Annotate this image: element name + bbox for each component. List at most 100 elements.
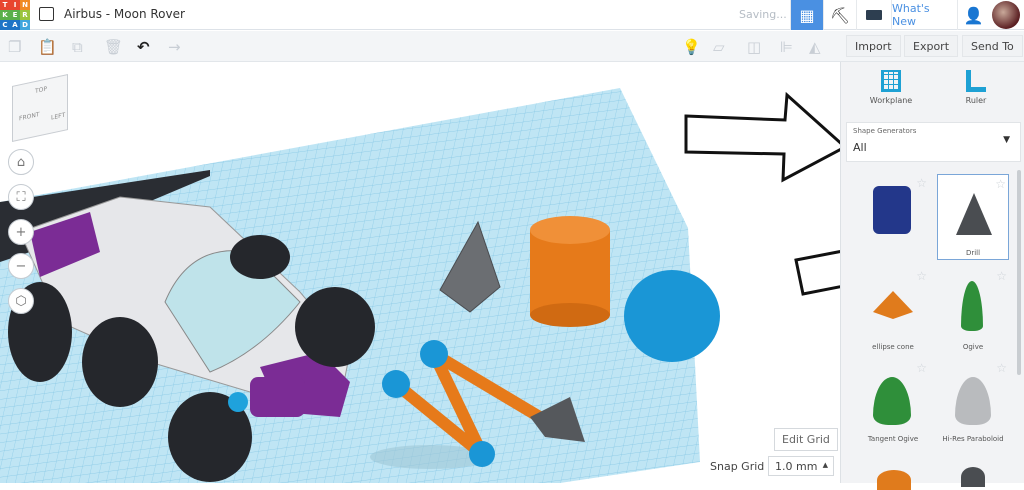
zoom-out-button[interactable]: − <box>8 253 34 279</box>
shape-thumbnail <box>873 186 911 234</box>
logo-letter: T <box>0 0 10 10</box>
view-cube-top[interactable]: TOP <box>35 86 47 96</box>
avatar[interactable] <box>992 1 1020 29</box>
minecraft-button[interactable]: ⛏ <box>823 0 856 30</box>
view-cube-front[interactable]: FRONT <box>19 111 40 122</box>
3d-view-button[interactable]: ▦ <box>790 0 823 30</box>
add-user-button[interactable]: 👤 <box>957 0 989 30</box>
shape-label: ellipse cone <box>872 343 914 351</box>
duplicate-icon[interactable]: ⧉ <box>72 38 83 56</box>
fit-view-button[interactable]: ⛶ <box>8 184 34 210</box>
design-title[interactable]: Airbus - Moon Rover <box>64 7 185 21</box>
logo-letter: R <box>20 10 30 20</box>
undo-icon[interactable]: ↶ <box>137 38 150 56</box>
shape-card[interactable]: ☆ ellipse cone <box>857 267 929 353</box>
add-user-icon: 👤 <box>963 5 984 25</box>
design-list-icon[interactable] <box>39 7 54 21</box>
category-label: Shape Generators <box>853 127 917 135</box>
category-value: All <box>853 141 867 154</box>
home-icon: ⌂ <box>16 154 26 170</box>
view-cube-side[interactable]: LEFT <box>51 112 65 122</box>
zoom-in-button[interactable]: + <box>8 219 34 245</box>
logo-letter: C <box>0 20 10 30</box>
shape-category-dropdown[interactable]: Shape Generators All ▼ <box>846 122 1021 162</box>
import-button[interactable]: Import <box>846 35 901 57</box>
minus-icon: − <box>15 258 27 274</box>
top-bar: T I N K E R C A D Airbus - Moon Rover Sa… <box>0 0 1024 30</box>
workplane-label: Workplane <box>869 96 913 105</box>
logo-letter: I <box>10 0 20 10</box>
snap-grid-select[interactable]: 1.0 mm ▲ <box>768 456 834 476</box>
copy-icon[interactable]: ❐ <box>8 38 21 56</box>
pickaxe-icon: ⛏ <box>829 5 851 25</box>
cube-icon: ⬡ <box>15 293 27 309</box>
lightbulb-icon[interactable]: 💡 <box>682 38 701 56</box>
favorite-star-icon[interactable]: ☆ <box>996 269 1007 283</box>
shape-thumbnail <box>956 193 992 235</box>
orange-cylinder <box>530 216 610 327</box>
shape-thumbnail <box>873 291 913 319</box>
ruler-button[interactable]: Ruler <box>951 70 1001 105</box>
ruler-icon <box>966 70 986 92</box>
bricks-button[interactable] <box>856 0 891 30</box>
favorite-star-icon[interactable]: ☆ <box>916 361 927 375</box>
favorite-star-icon[interactable]: ☆ <box>916 269 927 283</box>
align-icon[interactable]: ⊫ <box>780 38 793 56</box>
scene <box>0 88 840 483</box>
fit-icon: ⛶ <box>16 189 26 205</box>
tinkercad-logo[interactable]: T I N K E R C A D <box>0 0 30 30</box>
shape-thumbnail <box>873 377 911 425</box>
shape-label: Ogive <box>962 343 984 351</box>
favorite-star-icon[interactable]: ☆ <box>996 361 1007 375</box>
dropdown-caret-icon: ▼ <box>1003 135 1010 145</box>
3d-viewport[interactable]: TOP FRONT LEFT ⌂ ⛶ + − ⬡ Edit Grid Snap … <box>0 62 840 483</box>
shape-card[interactable]: ☆ Hi-Res Paraboloid <box>937 359 1009 445</box>
whats-new-button[interactable]: What's New <box>891 0 957 30</box>
note-icon[interactable]: ▱ <box>713 38 725 56</box>
shape-thumbnail <box>955 377 991 425</box>
panel-scrollbar[interactable] <box>1017 170 1021 375</box>
paste-icon[interactable]: 📋 <box>38 38 57 56</box>
workplane-button[interactable]: Workplane <box>861 70 921 105</box>
snap-grid-value: 1.0 mm <box>775 460 818 473</box>
delete-icon[interactable]: 🗑 <box>104 38 123 56</box>
shape-label: Tangent Ogive <box>867 435 919 443</box>
annotation-arrow-2 <box>794 250 840 296</box>
shape-thumbnail <box>961 467 985 487</box>
export-button[interactable]: Export <box>904 35 959 57</box>
shape-thumbnail <box>961 281 983 331</box>
shape-card[interactable]: ☆ Tangent Ogive <box>857 359 929 445</box>
logo-letter: K <box>0 10 10 20</box>
favorite-star-icon[interactable]: ☆ <box>995 177 1006 191</box>
ortho-view-button[interactable]: ⬡ <box>8 288 34 314</box>
logo-letter: N <box>20 0 30 10</box>
group-icon[interactable]: ◫ <box>747 38 761 56</box>
shape-card[interactable]: ☆ <box>857 174 929 260</box>
edit-toolbar: ❐ 📋 ⧉ 🗑 ↶ → 💡 ▱ ◫ ⊫ ◭ Import Export Send… <box>0 31 1024 62</box>
annotation-arrow-1 <box>684 91 840 183</box>
logo-letter: A <box>10 20 20 30</box>
shape-label: Hi-Res Paraboloid <box>942 435 1004 443</box>
view-cube[interactable]: TOP FRONT LEFT <box>12 74 68 142</box>
ruler-label: Ruler <box>965 96 987 105</box>
shape-card[interactable]: ☆ Ogive <box>937 267 1009 353</box>
grid-icon: ▦ <box>799 5 815 25</box>
shapes-panel: Workplane Ruler Shape Generators All ▼ ☆… <box>840 62 1024 490</box>
home-view-button[interactable]: ⌂ <box>8 149 34 175</box>
favorite-star-icon[interactable]: ☆ <box>916 176 927 190</box>
logo-letter: D <box>20 20 30 30</box>
save-status: Saving... <box>739 8 787 21</box>
edit-grid-button[interactable]: Edit Grid <box>774 428 838 451</box>
caret-icon: ▲ <box>822 461 828 469</box>
send-to-button[interactable]: Send To <box>962 35 1023 57</box>
shape-thumbnail <box>877 470 911 490</box>
redo-icon[interactable]: → <box>168 38 181 56</box>
blue-sphere <box>624 270 720 362</box>
workplane-icon <box>881 70 901 92</box>
shape-label: Drill <box>965 249 981 257</box>
shape-card-drill[interactable]: ☆ Drill <box>937 174 1009 260</box>
mirror-icon[interactable]: ◭ <box>809 38 821 56</box>
logo-letter: E <box>10 10 20 20</box>
brick-icon <box>866 10 882 20</box>
snap-grid-label: Snap Grid <box>710 460 765 473</box>
